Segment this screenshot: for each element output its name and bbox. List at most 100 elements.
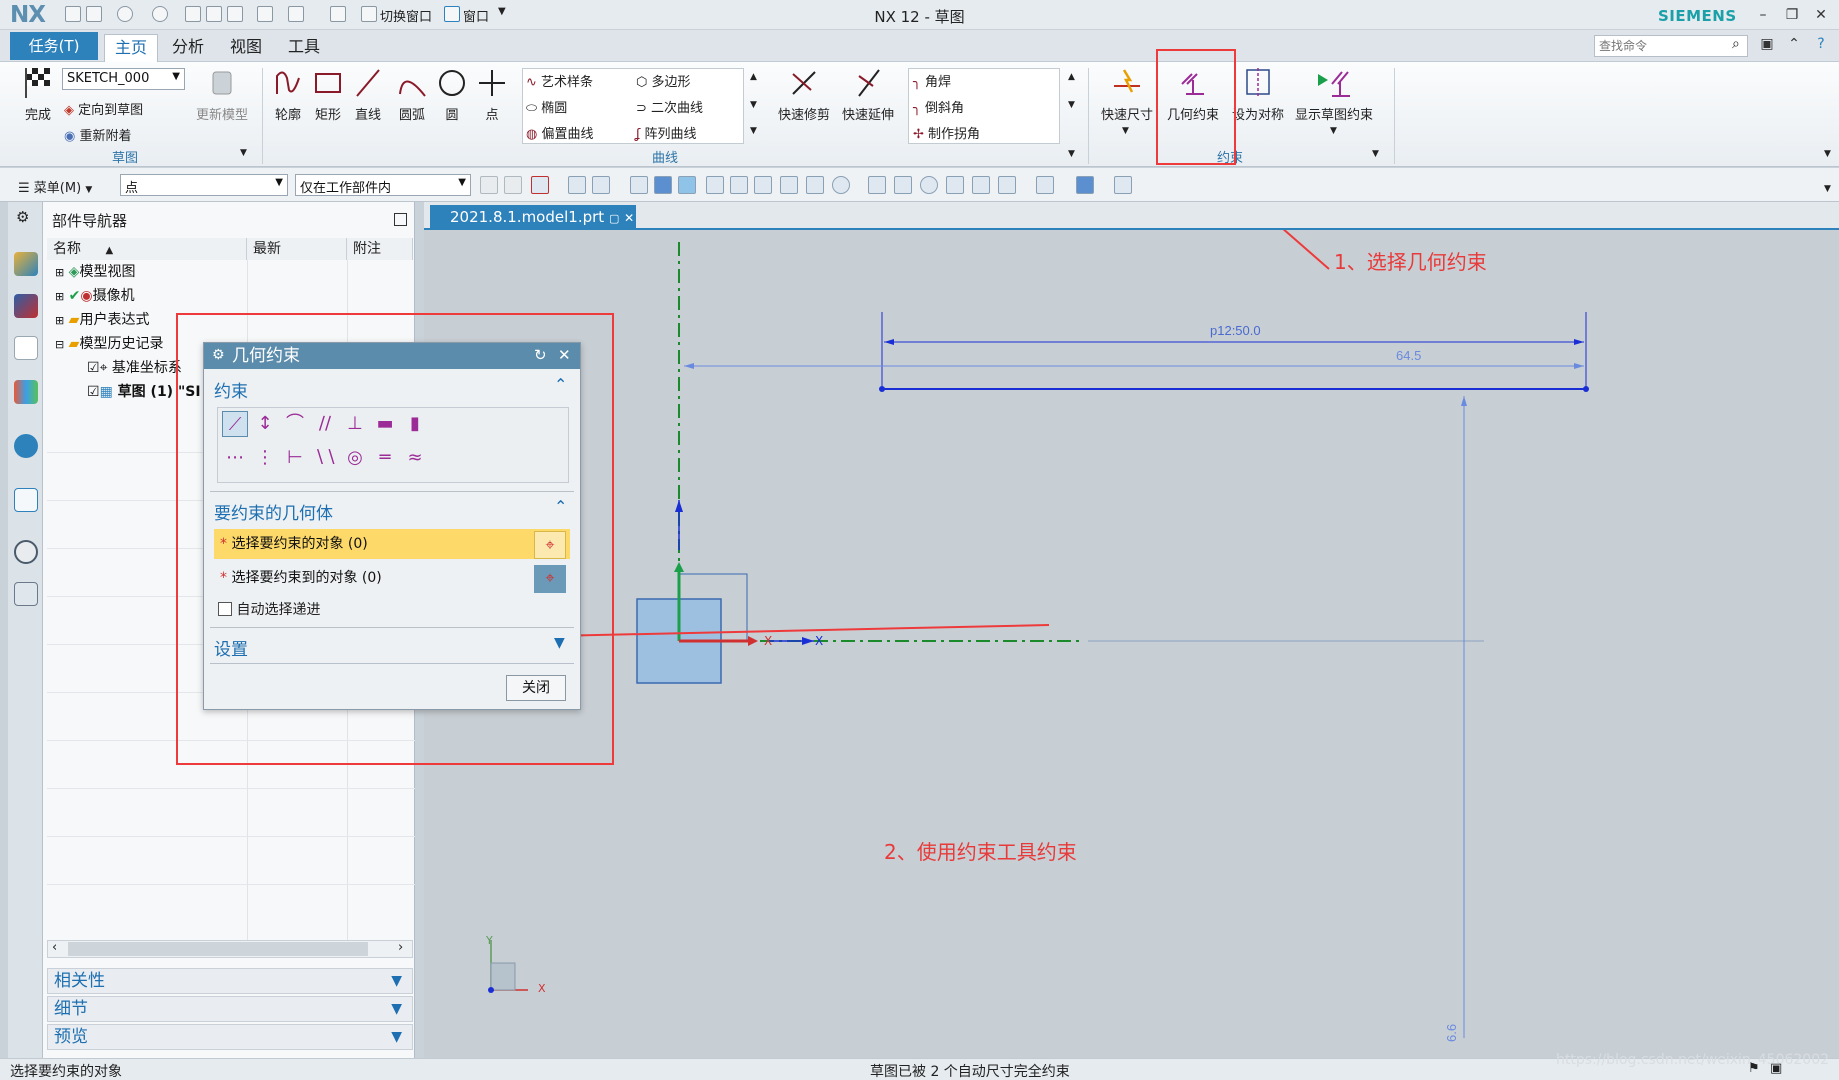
dimension-width-text[interactable]: 64.5: [1396, 348, 1421, 363]
make-symmetric-button[interactable]: 设为对称: [1228, 66, 1288, 123]
tree-item-cameras[interactable]: ⊞ ✔◉摄像机: [55, 284, 135, 308]
fit-view-icon[interactable]: [868, 176, 886, 194]
scroll-right-icon[interactable]: ›: [398, 940, 403, 955]
display-mode-icon[interactable]: [998, 176, 1016, 194]
paste-icon[interactable]: [227, 6, 243, 22]
document-tab[interactable]: 2021.8.1.model1.prt ▢ ✕: [430, 205, 636, 230]
vertical-icon[interactable]: ▮: [402, 411, 428, 437]
part-navigator-icon[interactable]: [14, 336, 38, 360]
ribbon-more-icon[interactable]: ▼: [1824, 149, 1831, 159]
arc-button[interactable]: 圆弧: [392, 66, 432, 123]
tree-item-user-expressions[interactable]: ⊞ ▰用户表达式: [55, 308, 149, 332]
redo-icon[interactable]: [152, 6, 168, 22]
parallel-icon[interactable]: ∕∕: [312, 411, 338, 437]
tab-analysis[interactable]: 分析: [162, 34, 214, 62]
quick-extend-button[interactable]: 快速延伸: [836, 66, 900, 123]
ellipse-button[interactable]: ⬭ 椭圆: [526, 97, 567, 116]
window-menu[interactable]: 窗口: [463, 6, 489, 25]
selection-scope-select[interactable]: 仅在工作部件内 ▼: [295, 174, 471, 196]
help-icon[interactable]: ?: [1810, 34, 1832, 54]
ribbon-options-icon[interactable]: ▣: [1756, 34, 1778, 54]
polygon-button[interactable]: ⬡ 多边形: [636, 71, 691, 90]
rotate-icon[interactable]: [920, 176, 938, 194]
fillet-button[interactable]: ╮ 角焊: [913, 71, 951, 90]
orient-to-sketch-button[interactable]: ◈ 定向到草图: [64, 99, 143, 118]
coincident-constraint-icon[interactable]: ⟋: [222, 411, 248, 437]
repeat-icon[interactable]: [330, 6, 346, 22]
crosshair-select-icon[interactable]: ⌖: [534, 565, 566, 593]
section-geometry-title[interactable]: 要约束的几何体: [214, 499, 333, 524]
rapid-dimension-button[interactable]: 快速尺寸: [1096, 66, 1158, 123]
column-header-latest[interactable]: 最新: [247, 238, 347, 260]
solid-select-icon[interactable]: [654, 176, 672, 194]
conic-button[interactable]: ⊃ 二次曲线: [636, 97, 703, 116]
assembly-navigator-icon[interactable]: [14, 252, 38, 276]
offset-curve-button[interactable]: ◍ 偏置曲线: [526, 123, 594, 142]
hd3d-tools-icon[interactable]: [14, 434, 38, 458]
concentric-icon[interactable]: ◎: [342, 445, 368, 471]
tree-item-datum-csys[interactable]: ☑⌖ 基准坐标系: [87, 356, 182, 380]
reuse-library-icon[interactable]: [14, 380, 38, 404]
undo-icon[interactable]: [117, 6, 133, 22]
reset-filter-icon[interactable]: [504, 176, 522, 194]
layer-icon[interactable]: [972, 176, 990, 194]
expand-section-icon[interactable]: ▼: [554, 635, 565, 651]
select-object-row[interactable]: * 选择要约束的对象 (0): [214, 529, 570, 559]
gallery-expand-icon[interactable]: ▼: [750, 126, 757, 136]
dialog-header[interactable]: 几何约束: [204, 343, 580, 369]
update-model-button[interactable]: 更新模型: [190, 66, 254, 123]
arc-select-icon[interactable]: [754, 176, 772, 194]
wave-select-icon[interactable]: [806, 176, 824, 194]
perpendicular-icon[interactable]: ⊥: [342, 411, 368, 437]
rectangle-button[interactable]: 矩形: [310, 66, 346, 123]
point-on-curve-icon[interactable]: ↕: [252, 411, 278, 437]
close-button[interactable]: 关闭: [506, 675, 566, 701]
crosshair-select-icon[interactable]: ⌖: [534, 531, 566, 559]
maximize-panel-icon[interactable]: [394, 213, 407, 226]
dimension-height-text[interactable]: 6.6: [1444, 1024, 1459, 1042]
copy-icon[interactable]: [206, 6, 222, 22]
section-constraints-title[interactable]: 约束: [214, 377, 248, 402]
reattach-button[interactable]: ◉ 重新附着: [64, 125, 132, 144]
filter-icon[interactable]: [480, 176, 498, 194]
collinear-icon[interactable]: ∖∖: [312, 445, 338, 471]
horizontal-align-icon[interactable]: ⋯: [222, 445, 248, 471]
constraint-group-expand-icon[interactable]: ▼: [1372, 149, 1379, 159]
pattern-curve-button[interactable]: ʆ 阵列曲线: [636, 123, 697, 142]
line-button[interactable]: 直线: [350, 66, 386, 123]
scroll-left-icon[interactable]: ‹: [52, 940, 57, 955]
tab-tools[interactable]: 工具: [278, 34, 330, 62]
rectangle-select-icon[interactable]: [592, 176, 610, 194]
reset-icon[interactable]: ↻: [534, 346, 547, 364]
scrollbar-thumb[interactable]: [68, 942, 368, 956]
collapse-section-icon[interactable]: ⌃: [554, 497, 567, 516]
tab-task[interactable]: 任务(T): [10, 32, 98, 60]
tree-item-model-views[interactable]: ⊞ ◈模型视图: [55, 260, 135, 284]
sketch-group-expand-icon[interactable]: ▼: [240, 148, 247, 158]
switch-window-icon[interactable]: [361, 6, 377, 22]
status-flag-icon[interactable]: ⚑: [1748, 1061, 1760, 1076]
constraint-navigator-icon[interactable]: [14, 294, 38, 318]
window-dropdown-icon[interactable]: ▼: [498, 6, 506, 17]
line-select-icon[interactable]: [730, 176, 748, 194]
make-corner-button[interactable]: ✢ 制作拐角: [913, 123, 980, 142]
close-dialog-icon[interactable]: ✕: [558, 346, 571, 364]
panel-details[interactable]: 细节 ▼: [47, 996, 413, 1022]
tab-view[interactable]: 视图: [220, 34, 272, 62]
curve-select-icon[interactable]: [706, 176, 724, 194]
component-select-icon[interactable]: [678, 176, 696, 194]
column-header-name[interactable]: 名称 ▲: [47, 238, 247, 260]
body-select-icon[interactable]: [630, 176, 648, 194]
panel-dependencies[interactable]: 相关性 ▼: [47, 968, 413, 994]
auto-select-checkbox[interactable]: [218, 602, 232, 616]
close-tab-icon[interactable]: ✕: [624, 211, 634, 225]
tab-home[interactable]: 主页: [104, 34, 159, 62]
edit-gallery-up-icon[interactable]: ▲: [1068, 72, 1075, 82]
web-browser-icon[interactable]: [14, 488, 38, 512]
collapse-ribbon-icon[interactable]: ⌃: [1783, 34, 1805, 54]
history-icon[interactable]: [14, 540, 38, 564]
save-all-icon[interactable]: [86, 6, 102, 22]
save-icon[interactable]: [65, 6, 81, 22]
finish-sketch-button[interactable]: 完成: [18, 66, 58, 123]
collapse-section-icon[interactable]: ⌃: [554, 375, 567, 394]
